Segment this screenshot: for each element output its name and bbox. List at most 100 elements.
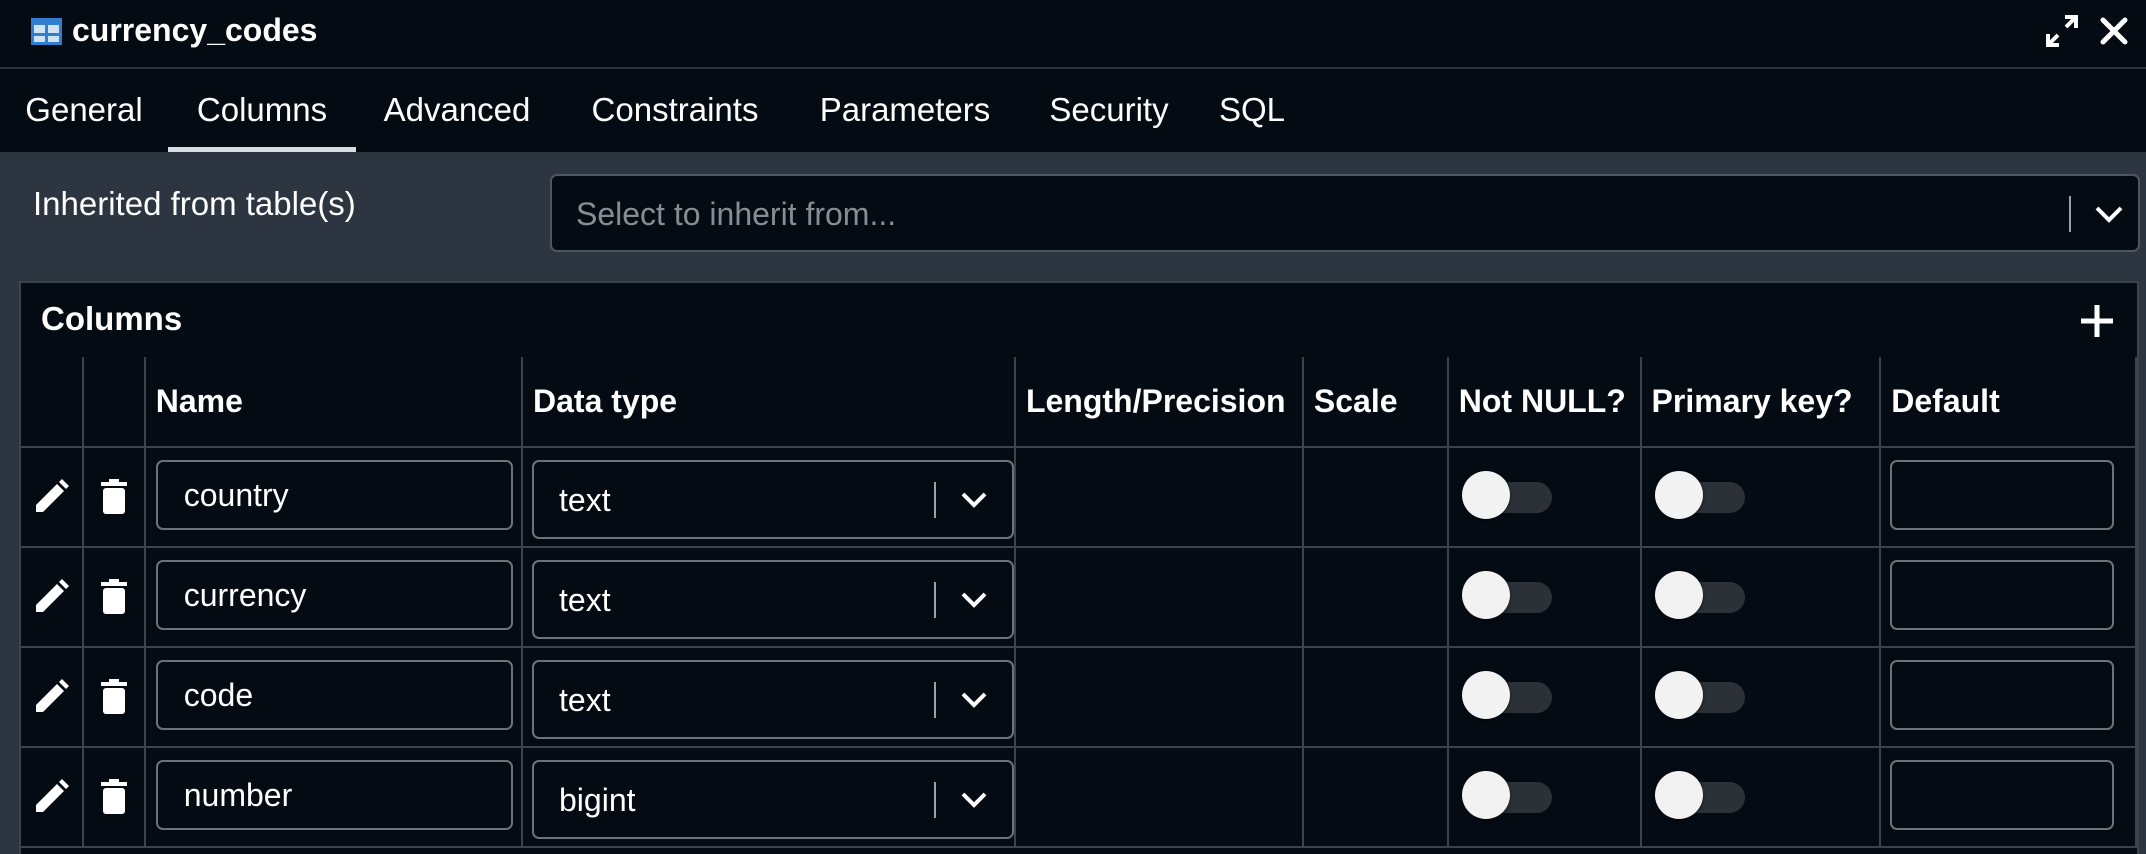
data-type-value: text — [559, 682, 611, 718]
select-divider — [934, 482, 936, 518]
chevron-down-icon[interactable] — [958, 484, 990, 516]
not-null-cell — [1446, 646, 1642, 748]
primary-key-cell — [1639, 746, 1882, 848]
edit-cell — [21, 646, 84, 748]
header-name: Name — [143, 357, 524, 448]
primary-key-cell — [1639, 546, 1882, 648]
chevron-down-icon[interactable] — [958, 684, 990, 716]
tab-security[interactable]: Security — [1018, 69, 1200, 152]
dialog-title: currency_codes — [72, 12, 318, 48]
toggle-knob — [1461, 771, 1510, 819]
inherit-select-placeholder: Select to inherit from... — [576, 196, 897, 232]
trash-icon[interactable] — [94, 477, 134, 517]
not-null-cell — [1446, 546, 1642, 648]
data-type-cell: text — [521, 546, 1016, 648]
columns-grid: Columns Name Data type Length/Precision … — [19, 281, 2139, 854]
default-value-input[interactable] — [1890, 760, 2115, 830]
primary-key-toggle[interactable] — [1654, 571, 1749, 619]
default-cell — [1879, 546, 2137, 648]
not-null-toggle[interactable] — [1461, 471, 1556, 519]
close-icon[interactable] — [2097, 14, 2131, 48]
length-cell[interactable] — [1013, 446, 1304, 548]
primary-key-toggle[interactable] — [1654, 771, 1749, 819]
data-type-cell: text — [521, 446, 1016, 548]
length-cell[interactable] — [1013, 746, 1304, 848]
primary-key-cell — [1639, 646, 1882, 748]
column-name-input[interactable]: code — [155, 660, 513, 730]
tab-parameters[interactable]: Parameters — [792, 69, 1018, 152]
data-type-select[interactable]: text — [532, 660, 1014, 739]
name-cell: code — [143, 646, 524, 748]
inherit-label: Inherited from table(s) — [33, 185, 356, 222]
pencil-icon[interactable] — [31, 777, 71, 817]
length-cell[interactable] — [1013, 546, 1304, 648]
default-cell — [1879, 646, 2137, 748]
length-cell[interactable] — [1013, 646, 1304, 748]
edit-cell — [21, 746, 84, 848]
data-type-cell: bigint — [521, 746, 1016, 848]
dialog-title-bar: currency_codes — [0, 0, 2146, 68]
delete-cell — [81, 546, 146, 648]
select-divider — [2069, 196, 2071, 232]
table-row: code text — [21, 646, 2137, 748]
scale-cell[interactable] — [1301, 746, 1449, 848]
column-name-input[interactable]: country — [155, 460, 513, 530]
maximize-icon[interactable] — [2045, 14, 2079, 48]
not-null-toggle[interactable] — [1461, 571, 1556, 619]
table-icon — [31, 18, 62, 45]
delete-cell — [81, 746, 146, 848]
header-scale: Scale — [1301, 357, 1449, 448]
column-name-input[interactable]: currency — [155, 560, 513, 630]
not-null-cell — [1446, 446, 1642, 548]
inherit-select[interactable]: Select to inherit from... — [550, 174, 2140, 252]
header-edit — [21, 357, 84, 448]
scale-cell[interactable] — [1301, 446, 1449, 548]
pencil-icon[interactable] — [31, 677, 71, 717]
primary-key-toggle[interactable] — [1654, 671, 1749, 719]
tab-advanced[interactable]: Advanced — [356, 69, 558, 152]
primary-key-cell — [1639, 446, 1882, 548]
not-null-toggle[interactable] — [1461, 771, 1556, 819]
tab-constraints[interactable]: Constraints — [558, 69, 792, 152]
trash-icon[interactable] — [94, 777, 134, 817]
default-value-input[interactable] — [1890, 660, 2115, 730]
scale-cell[interactable] — [1301, 646, 1449, 748]
tab-general[interactable]: General — [0, 69, 168, 152]
plus-icon[interactable] — [2075, 299, 2119, 343]
chevron-down-icon[interactable] — [958, 784, 990, 816]
toggle-knob — [1461, 571, 1510, 619]
data-type-select[interactable]: text — [532, 460, 1014, 539]
columns-grid-title: Columns — [41, 300, 183, 337]
select-divider — [934, 782, 936, 818]
header-default: Default — [1879, 357, 2137, 448]
tab-bar: General Columns Advanced Constraints Par… — [0, 69, 2146, 152]
name-cell: currency — [143, 546, 524, 648]
delete-cell — [81, 446, 146, 548]
data-type-value: text — [559, 482, 611, 518]
data-type-value: text — [559, 582, 611, 618]
trash-icon[interactable] — [94, 577, 134, 617]
chevron-down-icon[interactable] — [958, 584, 990, 616]
table-row: currency text — [21, 546, 2137, 648]
default-cell — [1879, 746, 2137, 848]
data-type-select[interactable]: text — [532, 560, 1014, 639]
tab-columns[interactable]: Columns — [168, 69, 356, 152]
toggle-knob — [1654, 571, 1703, 619]
column-name-input[interactable]: number — [155, 760, 513, 830]
trash-icon[interactable] — [94, 677, 134, 717]
scale-cell[interactable] — [1301, 546, 1449, 648]
data-type-select[interactable]: bigint — [532, 760, 1014, 839]
chevron-down-icon[interactable] — [2092, 198, 2126, 230]
header-length-precision: Length/Precision — [1013, 357, 1304, 448]
default-value-input[interactable] — [1890, 560, 2115, 630]
primary-key-toggle[interactable] — [1654, 471, 1749, 519]
edit-cell — [21, 446, 84, 548]
pencil-icon[interactable] — [31, 477, 71, 517]
default-cell — [1879, 446, 2137, 548]
not-null-toggle[interactable] — [1461, 671, 1556, 719]
name-cell: number — [143, 746, 524, 848]
pencil-icon[interactable] — [31, 577, 71, 617]
default-value-input[interactable] — [1890, 460, 2115, 530]
data-type-value: bigint — [559, 782, 636, 818]
tab-sql[interactable]: SQL — [1200, 69, 1304, 152]
